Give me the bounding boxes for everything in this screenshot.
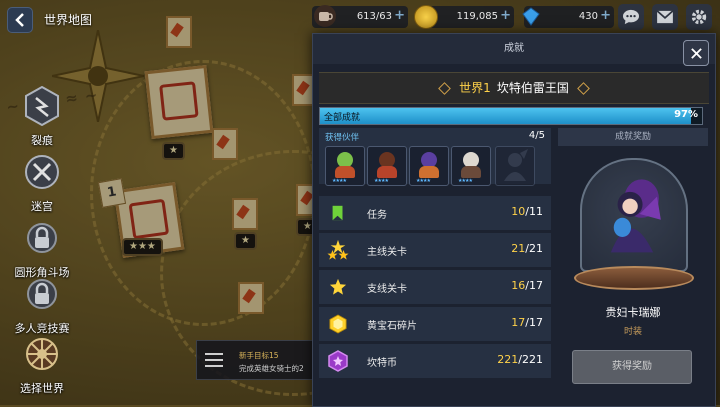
- companion-slot-locked[interactable]: [495, 146, 535, 186]
- row-value: 221/221: [497, 353, 543, 366]
- star-icon: [327, 276, 349, 298]
- triple-star-icon: [327, 239, 349, 261]
- reward-name: 贵妇卡瑞娜: [605, 306, 661, 319]
- world-wheel-icon: [26, 338, 58, 370]
- close-icon: [690, 47, 702, 59]
- companion-body: [461, 166, 481, 178]
- stamina-value: 613/63: [356, 11, 392, 22]
- row-value: 17/17: [511, 316, 543, 329]
- companion-slot[interactable]: ★★★★: [451, 146, 491, 186]
- row-label: 任务: [367, 210, 387, 221]
- arena-lock-icon: [27, 223, 57, 253]
- world-header: 世界1 坎特伯雷王国: [319, 72, 709, 104]
- achievement-row-kant-coin[interactable]: 坎特币 221/221: [319, 344, 551, 378]
- diamond-icon: [438, 82, 452, 95]
- row-value: 21/21: [511, 242, 543, 255]
- multiplayer-lock-icon: [27, 279, 57, 309]
- companion-body: [377, 166, 397, 178]
- row-label: 黄宝石碎片: [367, 321, 417, 332]
- mail-button[interactable]: [652, 4, 678, 30]
- reward-type: 时装: [623, 327, 642, 337]
- purple-coin-icon: [327, 350, 349, 372]
- row-label: 主线关卡: [367, 247, 407, 258]
- achievement-row-side-stage[interactable]: 支线关卡 16/17: [319, 270, 551, 304]
- mail-icon: [656, 10, 674, 24]
- gem-value: 430: [578, 11, 598, 22]
- companion-stars: ★★★★: [416, 178, 431, 184]
- add-gem-icon[interactable]: +: [600, 8, 611, 23]
- progress-percent: 97%: [674, 109, 698, 120]
- maze-icon: [25, 155, 59, 189]
- settings-icon: [691, 9, 707, 25]
- reward-panel: 成就奖励 贵妇卡瑞娜 时装 获得奖励: [558, 128, 708, 398]
- gold-value: 119,085: [456, 11, 498, 22]
- gem-counter[interactable]: 430 +: [522, 6, 614, 28]
- page-title: 世界地图: [44, 13, 93, 27]
- nav-label: 选择世界: [20, 382, 64, 395]
- quest-description: 完成英雄女骑士的2: [239, 364, 304, 373]
- quest-tracker[interactable]: 新手目标15 完成英雄女骑士的2: [196, 340, 318, 380]
- green-flag-icon: [327, 202, 349, 224]
- overall-progress-bar: 全部成就 97%: [319, 107, 703, 125]
- progress-fill: [320, 108, 691, 124]
- companion-slot[interactable]: ★★★★: [325, 146, 365, 186]
- progress-label: 全部成就: [324, 113, 361, 123]
- silhouette-icon: [504, 149, 528, 181]
- companions-count: 4/5: [528, 130, 545, 141]
- row-label: 支线关卡: [367, 284, 407, 295]
- stamina-counter[interactable]: 613/63 +: [312, 5, 408, 28]
- companion-stars: ★★★★: [458, 178, 473, 184]
- settings-button[interactable]: [686, 4, 712, 30]
- quest-title: 新手目标15: [239, 351, 279, 360]
- nav-maze[interactable]: 迷宫: [0, 152, 84, 214]
- chat-icon: [623, 9, 639, 25]
- back-button[interactable]: [7, 7, 33, 33]
- nav-label: 迷宫: [31, 200, 53, 213]
- companions-panel: 获得伙伴 4/5 ★★★★ ★★★★ ★★★★ ★★★★: [319, 128, 551, 186]
- dialog-title: 成就: [313, 34, 715, 64]
- achievement-row-quest[interactable]: 任务 10/11: [319, 196, 551, 230]
- world-name: 坎特伯雷王国: [496, 81, 569, 95]
- gem-icon: [520, 5, 542, 27]
- nav-label: 裂痕: [31, 134, 53, 147]
- reward-title: 成就奖励: [558, 128, 708, 146]
- coffee-cup-icon: [314, 5, 336, 27]
- nav-rift[interactable]: 裂痕: [0, 85, 84, 148]
- companion-slot[interactable]: ★★★★: [409, 146, 449, 186]
- gold-coin-icon: [414, 5, 438, 29]
- glass-dome: [580, 158, 688, 272]
- gold-counter[interactable]: 119,085 +: [414, 5, 514, 29]
- diamond-icon: [576, 82, 590, 95]
- companion-body: [335, 166, 355, 178]
- companion-body: [419, 166, 439, 178]
- close-button[interactable]: [683, 40, 709, 66]
- achievement-list: 任务 10/11 主线关卡 21/21 支线关卡 16/17 黄宝石碎片 17/…: [319, 196, 551, 381]
- nav-multiplayer[interactable]: 多人竞技赛: [0, 274, 84, 336]
- claim-reward-button[interactable]: 获得奖励: [572, 350, 692, 384]
- row-label: 坎特币: [367, 358, 397, 369]
- chevron-left-icon: [15, 13, 24, 27]
- menu-icon[interactable]: [205, 353, 223, 367]
- achievement-row-gem-shards[interactable]: 黄宝石碎片 17/17: [319, 307, 551, 341]
- nav-arena[interactable]: 圆形角斗场: [0, 218, 84, 280]
- chat-button[interactable]: [618, 4, 644, 30]
- achievement-row-main-stage[interactable]: 主线关卡 21/21: [319, 233, 551, 267]
- dome-base: [574, 266, 694, 290]
- companion-stars: ★★★★: [332, 178, 347, 184]
- achievement-dialog: 成就 世界1 坎特伯雷王国 全部成就 97% 获得伙伴 4/5 ★★★★ ★★★★ ★…: [312, 33, 716, 407]
- companion-stars: ★★★★: [374, 178, 389, 184]
- companion-slot[interactable]: ★★★★: [367, 146, 407, 186]
- companions-label: 获得伙伴: [325, 133, 360, 143]
- costume-figure-icon: [610, 179, 661, 253]
- world-number: 世界1: [459, 81, 491, 95]
- add-stamina-icon[interactable]: +: [394, 8, 405, 23]
- yellow-gem-icon: [327, 313, 349, 335]
- row-value: 16/17: [511, 279, 543, 292]
- add-gold-icon[interactable]: +: [500, 8, 511, 23]
- row-value: 10/11: [511, 205, 543, 218]
- rift-icon: [25, 85, 59, 127]
- nav-select-world[interactable]: 选择世界: [0, 334, 84, 396]
